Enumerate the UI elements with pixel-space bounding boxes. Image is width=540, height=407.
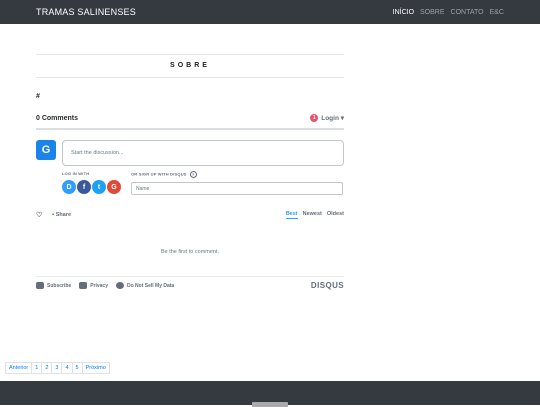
avatar: G — [36, 140, 56, 160]
subscribe-label: Subscribe — [47, 282, 72, 289]
sort-bar: ♡ ▪ Share Best Newest Oldest — [36, 211, 344, 219]
title-block: SOBRE — [36, 54, 344, 78]
disqus-icon[interactable]: D — [62, 180, 76, 194]
disqus-divider — [36, 128, 344, 130]
facebook-icon[interactable]: f — [77, 180, 91, 194]
divider — [36, 77, 344, 78]
pagination-next[interactable]: Próximo — [81, 362, 110, 374]
twitter-icon[interactable]: t — [92, 180, 106, 194]
divider — [36, 54, 344, 55]
nav-item-contato[interactable]: CONTATO — [451, 9, 484, 16]
login-menu[interactable]: 1 Login ▾ — [310, 114, 344, 122]
signup-label: OR SIGN UP WITH DISQUS? — [131, 171, 343, 178]
share-button[interactable]: ▪ Share — [52, 212, 71, 218]
login-label[interactable]: Login ▾ — [321, 114, 344, 122]
pagination: Anterior 1 2 3 4 5 Próximo — [5, 362, 110, 374]
google-icon[interactable]: G — [107, 180, 121, 194]
login-with-label: LOG IN WITH — [62, 171, 90, 176]
name-field[interactable]: Name — [131, 182, 343, 195]
share-label: Share — [55, 212, 72, 218]
do-not-sell-link[interactable]: Do Not Sell My Data — [115, 282, 175, 289]
nav-item-ec[interactable]: E&C — [490, 9, 504, 16]
notification-badge: 1 — [310, 114, 319, 122]
comment-input[interactable]: Start the discussion... — [62, 140, 344, 166]
pagination-prev[interactable]: Anterior — [5, 362, 33, 374]
tab-oldest[interactable]: Oldest — [327, 211, 344, 219]
page-title: SOBRE — [170, 62, 210, 69]
mail-icon — [36, 282, 44, 289]
login-options: LOG IN WITH D f t G OR SIGN UP WITH DISQ… — [62, 171, 344, 195]
disqus-thread: 0 Comments 1 Login ▾ G Start the discuss… — [36, 112, 344, 290]
comment-count: 0 Comments — [36, 114, 79, 122]
social-login: LOG IN WITH D f t G — [62, 171, 121, 195]
help-icon[interactable]: ? — [189, 171, 197, 178]
privacy-link[interactable]: Privacy — [79, 282, 108, 289]
comment-composer: G Start the discussion... — [36, 140, 344, 166]
navbar: TRAMAS SALINENSES INÍCIO SOBRE CONTATO E… — [0, 0, 540, 24]
heart-icon[interactable]: ♡ — [36, 211, 42, 219]
site-brand[interactable]: TRAMAS SALINENSES — [36, 7, 136, 17]
thread-actions: ♡ ▪ Share — [36, 211, 71, 219]
footer-links: Subscribe Privacy Do Not Sell My Data — [36, 282, 174, 289]
signup-label-text: OR SIGN UP WITH DISQUS — [131, 171, 187, 177]
disqus-footer: Subscribe Privacy Do Not Sell My Data DI… — [36, 276, 344, 290]
hash-text: # — [36, 93, 40, 100]
tab-newest[interactable]: Newest — [303, 211, 322, 219]
info-icon — [115, 282, 124, 289]
empty-message: Be the first to comment. — [160, 249, 220, 255]
nav-item-inicio[interactable]: INÍCIO — [393, 9, 414, 16]
privacy-label: Privacy — [90, 282, 108, 289]
disqus-header: 0 Comments 1 Login ▾ — [36, 112, 344, 124]
tab-best[interactable]: Best — [285, 211, 298, 219]
lock-icon — [79, 282, 88, 289]
disqus-logo[interactable]: DISQUS — [311, 281, 344, 290]
page-footer — [0, 381, 540, 407]
nav-item-sobre[interactable]: SOBRE — [420, 9, 445, 16]
subscribe-link[interactable]: Subscribe — [36, 282, 71, 289]
sort-tabs: Best Newest Oldest — [285, 211, 344, 219]
signup-block: OR SIGN UP WITH DISQUS? Name — [131, 171, 343, 195]
do-not-sell-label: Do Not Sell My Data — [126, 282, 175, 289]
social-buttons: D f t G — [62, 180, 121, 194]
nav-menu: INÍCIO SOBRE CONTATO E&C — [393, 9, 504, 16]
